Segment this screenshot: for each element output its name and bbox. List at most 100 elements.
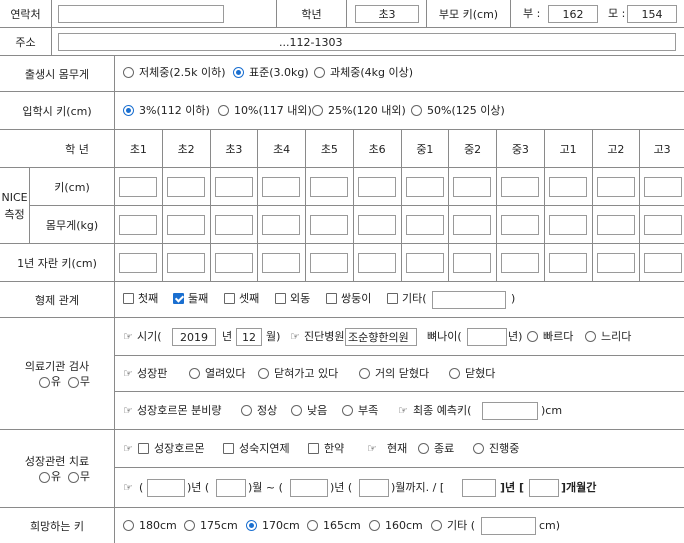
contact-input[interactable] (58, 5, 224, 23)
nice-growth-input[interactable] (548, 253, 587, 273)
nice-growth-input[interactable] (644, 253, 683, 273)
hormone-radio-2[interactable] (342, 405, 353, 416)
medical-yes-radio[interactable] (38, 376, 50, 388)
nice-growth-input[interactable] (596, 253, 635, 273)
period-end-year-input[interactable] (290, 479, 328, 497)
sibling-check-4[interactable] (326, 293, 337, 304)
grade-header-text: 고1 (559, 142, 577, 156)
nice-height-input[interactable] (501, 177, 539, 197)
predict-height-input[interactable] (482, 402, 538, 420)
nice-height-input[interactable] (166, 177, 205, 197)
nice-weight-input[interactable] (548, 215, 587, 235)
period-end-month-input[interactable] (359, 479, 389, 497)
nice-growth-input[interactable] (357, 253, 396, 273)
nice-height-input[interactable] (262, 177, 301, 197)
nice-growth-input[interactable] (166, 253, 205, 273)
medical-year-input[interactable] (172, 328, 216, 346)
nice-weight-input[interactable] (644, 215, 683, 235)
growth-plate-radio-2[interactable] (359, 368, 370, 379)
bone-slow-radio[interactable] (585, 331, 596, 342)
grade-input[interactable] (355, 5, 419, 23)
bone-fast-radio[interactable] (527, 331, 538, 342)
nice-growth-input[interactable] (119, 253, 157, 273)
nice-growth-cell (401, 244, 450, 282)
nice-growth-input[interactable] (501, 253, 539, 273)
desired-height-other-input[interactable] (481, 517, 536, 535)
parent-height-label-text: 부모 키(cm) (438, 7, 499, 21)
treatment-status-radio-1[interactable] (418, 443, 429, 454)
sibling-check-2[interactable] (224, 293, 235, 304)
sibling-check-1[interactable] (173, 293, 184, 304)
birth-weight-radio-2[interactable] (314, 67, 325, 78)
nice-growth-input[interactable] (310, 253, 348, 273)
nice-weight-input[interactable] (119, 215, 157, 235)
hormone-radio-1[interactable] (291, 405, 302, 416)
nice-height-input[interactable] (357, 177, 396, 197)
medical-month-input[interactable] (236, 328, 262, 346)
sibling-other-input[interactable] (432, 291, 506, 309)
period-start-month-input[interactable] (216, 479, 246, 497)
treatment-no-radio[interactable] (67, 471, 79, 483)
growth-plate-radio-1[interactable] (258, 368, 269, 379)
hormone-radio-0[interactable] (241, 405, 252, 416)
nice-weight-input[interactable] (453, 215, 492, 235)
address-input[interactable] (58, 33, 676, 51)
nice-height-input[interactable] (548, 177, 587, 197)
nice-weight-input[interactable] (310, 215, 348, 235)
growth-plate-radio-0[interactable] (189, 368, 200, 379)
nice-height-input[interactable] (644, 177, 683, 197)
nice-weight-input[interactable] (357, 215, 396, 235)
treatment-check-1[interactable] (223, 443, 234, 454)
entry-height-radio-2[interactable] (312, 105, 323, 116)
nice-height-input[interactable] (596, 177, 635, 197)
sibling-check-0[interactable] (123, 293, 134, 304)
period-text-1: ( (139, 481, 144, 494)
desired-height-radio-0[interactable] (123, 520, 134, 531)
desired-height-radio-2[interactable] (246, 520, 257, 531)
treatment-yes-radio[interactable] (38, 471, 50, 483)
desired-height-radio-3[interactable] (307, 520, 318, 531)
birth-weight-radio-1[interactable] (233, 67, 244, 78)
nice-weight-input[interactable] (214, 215, 253, 235)
nice-height-input[interactable] (214, 177, 253, 197)
treatment-check-0[interactable] (138, 443, 149, 454)
nice-height-input[interactable] (405, 177, 444, 197)
nice-growth-input[interactable] (214, 253, 253, 273)
period-months-input[interactable] (529, 479, 559, 497)
sibling-check-5[interactable] (387, 293, 398, 304)
entry-height-radio-3[interactable] (411, 105, 422, 116)
nice-height-input[interactable] (119, 177, 157, 197)
hormone-option-1: 낮음 (307, 404, 328, 417)
nice-weight-input[interactable] (501, 215, 539, 235)
birth-weight-options: 저체중(2.5k 이하) 표준(3.0kg) 과체중(4kg 이상) (115, 56, 684, 92)
birth-weight-radio-0[interactable] (123, 67, 134, 78)
period-text-3: )월 ~ ( (248, 481, 283, 494)
period-years-input[interactable] (462, 479, 496, 497)
nice-height-input[interactable] (453, 177, 492, 197)
medical-no-radio[interactable] (67, 376, 79, 388)
entry-height-radio-1[interactable] (218, 105, 229, 116)
desired-height-radio-4[interactable] (369, 520, 380, 531)
treatment-status-label-2: 진행중 (489, 442, 520, 455)
entry-height-radio-0[interactable] (123, 105, 134, 116)
sibling-check-3[interactable] (275, 293, 286, 304)
nice-weight-input[interactable] (405, 215, 444, 235)
growth-plate-radio-3[interactable] (449, 368, 460, 379)
sibling-option-4: 쌍둥이 (341, 292, 372, 305)
nice-weight-input[interactable] (166, 215, 205, 235)
nice-height-input[interactable] (310, 177, 348, 197)
desired-height-radio-1[interactable] (184, 520, 195, 531)
nice-growth-input[interactable] (262, 253, 301, 273)
desired-height-radio-5[interactable] (431, 520, 442, 531)
medical-bone-input[interactable] (467, 328, 507, 346)
mother-height-input[interactable] (627, 5, 677, 23)
nice-weight-input[interactable] (262, 215, 301, 235)
nice-growth-input[interactable] (453, 253, 492, 273)
treatment-status-radio-2[interactable] (473, 443, 484, 454)
treatment-check-2[interactable] (308, 443, 319, 454)
father-height-input[interactable] (548, 5, 598, 23)
nice-weight-input[interactable] (596, 215, 635, 235)
period-start-year-input[interactable] (147, 479, 185, 497)
medical-hospital-input[interactable] (345, 328, 417, 346)
nice-growth-input[interactable] (405, 253, 444, 273)
